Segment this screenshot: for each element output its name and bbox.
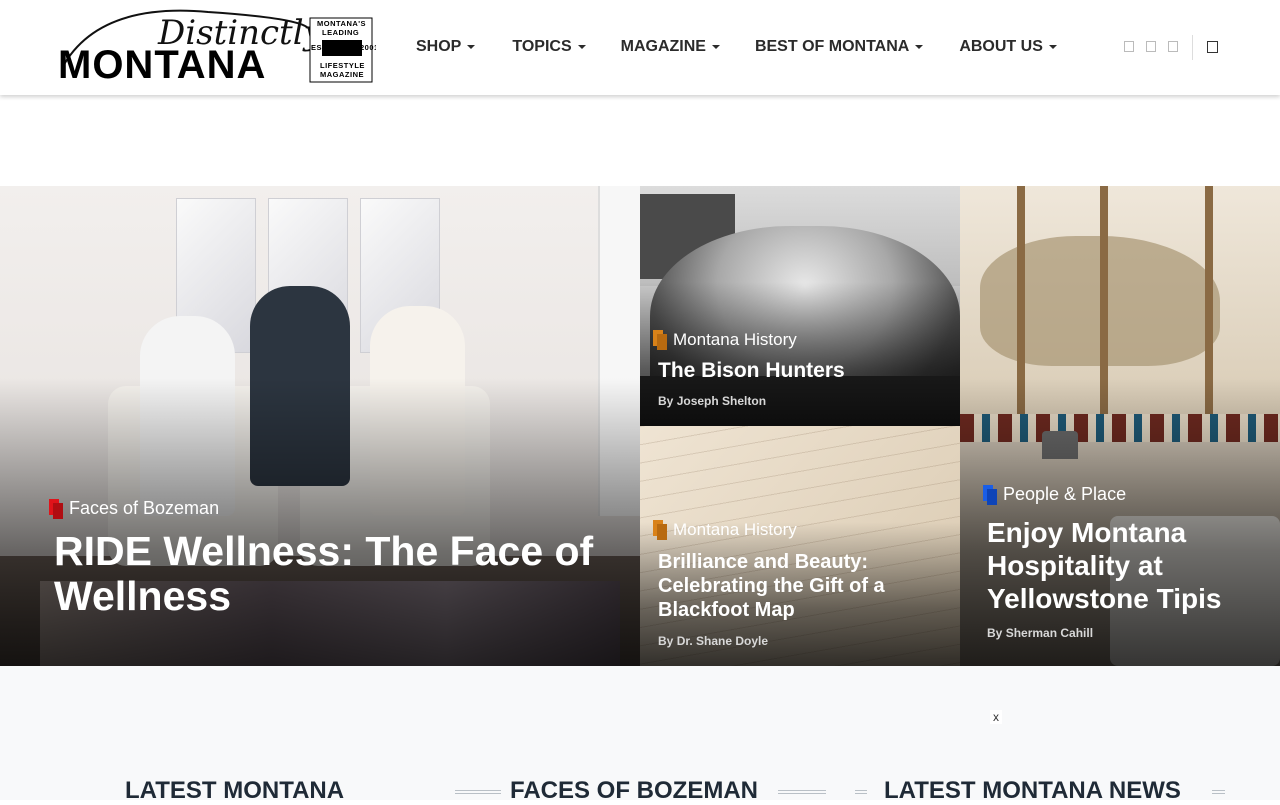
nav-magazine[interactable]: MAGAZINE xyxy=(621,37,720,57)
nav-best-of-montana[interactable]: BEST OF MONTANA xyxy=(754,37,924,57)
category-text: People & Place xyxy=(1003,484,1127,504)
nav-magazine-label: MAGAZINE xyxy=(620,38,706,55)
category-text: Montana History xyxy=(673,520,797,539)
category-label[interactable]: Faces of Bozeman xyxy=(49,498,219,519)
chevron-down-icon xyxy=(711,45,720,49)
section-title-latest-montana-news: LATEST MONTANA NEWS xyxy=(884,777,1181,804)
chevron-down-icon xyxy=(577,45,586,49)
category-text: Faces of Bozeman xyxy=(69,498,220,518)
article-title[interactable]: Brilliance and Beauty: Celebrating the G… xyxy=(658,550,948,622)
article-title[interactable]: The Bison Hunters xyxy=(658,358,948,383)
chevron-down-icon xyxy=(915,45,924,49)
logo-graphic: Distinctly MONTANA MONTANA'S LEADING EST… xyxy=(58,9,376,86)
hero-article-bison[interactable]: Montana History The Bison Hunters By Jos… xyxy=(640,186,960,426)
chevron-down-icon xyxy=(467,45,476,49)
svg-text:2001: 2001 xyxy=(360,43,376,52)
svg-text:EST.: EST. xyxy=(311,43,329,52)
nav-best-of-montana-label: BEST OF MONTANA xyxy=(754,38,910,55)
main-nav: SHOP TOPICS MAGAZINE BEST OF MONTANA ABO… xyxy=(416,37,1057,57)
section-title-faces-of-bozeman: FACES OF BOZEMAN xyxy=(510,777,759,804)
svg-text:LEADING: LEADING xyxy=(322,28,359,37)
category-tag-icon xyxy=(49,498,63,519)
author-name[interactable]: Sherman Cahill xyxy=(1006,626,1093,640)
nav-topics[interactable]: TOPICS xyxy=(512,37,586,57)
author-name[interactable]: Joseph Shelton xyxy=(677,394,766,408)
social-icon-3[interactable] xyxy=(1168,41,1178,52)
site-logo[interactable]: Distinctly MONTANA MONTANA'S LEADING EST… xyxy=(58,8,376,86)
nav-about-us[interactable]: ABOUT US xyxy=(959,37,1057,57)
nav-shop-label: SHOP xyxy=(416,38,462,55)
byline: By Joseph Shelton xyxy=(658,394,766,408)
section-rule xyxy=(778,790,826,794)
svg-text:MAGAZINE: MAGAZINE xyxy=(320,70,364,79)
author-name[interactable]: Dr. Shane Doyle xyxy=(677,634,768,648)
category-label[interactable]: Montana History xyxy=(653,330,797,350)
section-rule xyxy=(1212,790,1225,794)
byline-prefix: By xyxy=(987,626,1003,640)
hero-article-blackfoot-map[interactable]: Montana History Brilliance and Beauty: C… xyxy=(640,426,960,666)
article-title[interactable]: RIDE Wellness: The Face of Wellness xyxy=(54,529,614,619)
byline: By Sherman Cahill xyxy=(987,626,1093,640)
category-tag-icon xyxy=(983,484,997,505)
hero-article-tipis[interactable]: People & Place Enjoy Montana Hospitality… xyxy=(960,186,1280,666)
category-tag-icon xyxy=(653,330,667,350)
header-divider xyxy=(1192,35,1193,60)
category-tag-icon xyxy=(653,520,667,540)
byline-prefix: By xyxy=(658,394,674,408)
nav-topics-label: TOPICS xyxy=(512,38,572,55)
chevron-down-icon xyxy=(1048,45,1057,49)
svg-text:MONTANA'S: MONTANA'S xyxy=(317,19,366,28)
site-header: Distinctly MONTANA MONTANA'S LEADING EST… xyxy=(0,0,1280,95)
byline: By Dr. Shane Doyle xyxy=(658,634,768,648)
category-label[interactable]: People & Place xyxy=(983,484,1126,505)
section-rule xyxy=(855,790,867,794)
nav-about-us-label: ABOUT US xyxy=(959,38,1043,55)
category-label[interactable]: Montana History xyxy=(653,520,797,540)
svg-text:MONTANA: MONTANA xyxy=(58,43,266,86)
byline-prefix: By xyxy=(658,634,674,648)
close-ad-button[interactable]: x xyxy=(990,710,1002,724)
article-title[interactable]: Enjoy Montana Hospitality at Yellowstone… xyxy=(987,516,1272,615)
social-icon-2[interactable] xyxy=(1146,41,1156,52)
nav-shop[interactable]: SHOP xyxy=(416,37,476,57)
svg-text:LIFESTYLE: LIFESTYLE xyxy=(320,61,365,70)
category-text: Montana History xyxy=(673,330,797,349)
search-icon[interactable] xyxy=(1207,41,1218,53)
hero-main-article[interactable]: Faces of Bozeman RIDE Wellness: The Face… xyxy=(0,186,640,666)
image-overlay xyxy=(0,378,640,666)
section-rule xyxy=(455,790,501,794)
social-icon-1[interactable] xyxy=(1124,41,1134,52)
section-title-latest-montana: LATEST MONTANA xyxy=(125,777,345,804)
social-links xyxy=(1124,41,1178,52)
